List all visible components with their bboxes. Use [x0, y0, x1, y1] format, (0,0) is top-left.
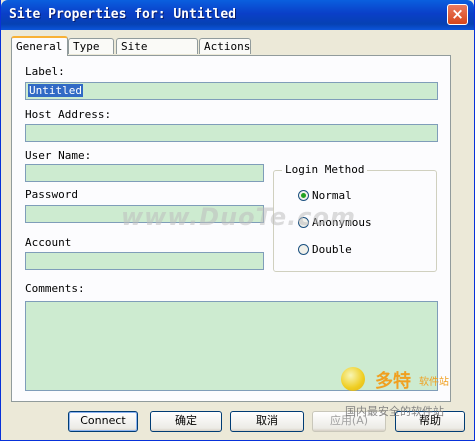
comments-label: Comments:	[25, 282, 85, 295]
label-field-label: Label:	[25, 65, 65, 78]
label-input[interactable]: Untitled	[25, 82, 438, 100]
tab-type[interactable]: Type	[68, 38, 114, 54]
user-name-label: User Name:	[25, 149, 92, 162]
ok-button[interactable]: 确定	[150, 411, 222, 432]
cancel-button[interactable]: 取消	[230, 411, 304, 432]
label-input-value: Untitled	[28, 84, 83, 97]
radio-double-label[interactable]: Double	[312, 243, 352, 256]
radio-double[interactable]	[298, 244, 309, 255]
login-method-group: Login Method Normal Anonymous Double	[273, 163, 437, 272]
login-method-title: Login Method	[282, 163, 368, 176]
host-address-input[interactable]	[25, 124, 438, 142]
close-button[interactable]: ×	[447, 4, 468, 25]
password-label: Password	[25, 188, 78, 201]
help-button[interactable]: 帮助	[395, 411, 465, 432]
tab-actions[interactable]: Actions	[199, 38, 251, 54]
window-title: Site Properties for: Untitled	[9, 7, 236, 22]
connect-button[interactable]: Connect	[68, 411, 138, 432]
host-address-label: Host Address:	[25, 108, 112, 121]
account-input[interactable]	[25, 252, 264, 270]
password-input[interactable]	[25, 205, 264, 223]
radio-normal[interactable]	[298, 190, 309, 201]
account-label: Account	[25, 236, 72, 249]
user-name-input[interactable]	[25, 164, 264, 182]
radio-normal-label[interactable]: Normal	[312, 189, 352, 202]
title-bar[interactable]: Site Properties for: Untitled ×	[1, 0, 474, 30]
comments-textarea[interactable]	[25, 301, 438, 391]
tab-general[interactable]: General	[11, 36, 68, 56]
apply-button[interactable]: 应用(A)	[312, 411, 386, 432]
tab-site-options[interactable]: Site Options	[116, 38, 198, 66]
radio-anonymous[interactable]	[298, 217, 309, 228]
radio-anonymous-label[interactable]: Anonymous	[312, 216, 372, 229]
site-properties-dialog: Site Properties for: Untitled × General …	[0, 0, 475, 441]
